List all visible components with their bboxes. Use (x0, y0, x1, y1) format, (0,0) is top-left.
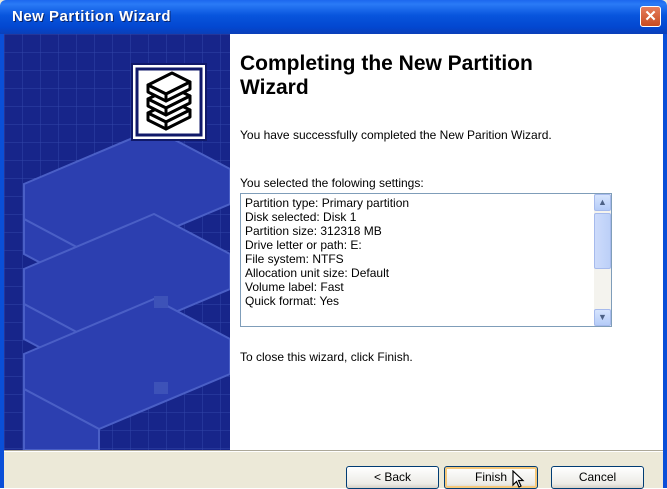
banner-artwork (4, 34, 230, 450)
scroll-up-icon: ▲ (598, 197, 607, 207)
mouse-cursor-icon (512, 470, 525, 488)
settings-item: Allocation unit size: Default (245, 266, 390, 280)
settings-scrollbar[interactable]: ▲ ▼ (594, 194, 611, 326)
cancel-button[interactable]: Cancel (551, 466, 644, 489)
settings-item: Partition type: Primary partition (245, 196, 410, 210)
page-title-line-1: Completing the New Partition (240, 52, 533, 75)
settings-item: Drive letter or path: E: (245, 238, 362, 252)
scroll-thumb[interactable] (594, 213, 611, 269)
page-title-line-2: Wizard (240, 76, 309, 99)
success-message: You have successfully completed the New … (240, 128, 552, 142)
settings-item: Quick format: Yes (245, 294, 340, 308)
close-hint: To close this wizard, click Finish. (240, 350, 413, 364)
close-button[interactable]: ✕ (640, 6, 661, 27)
button-divider (4, 450, 663, 452)
settings-item: Partition size: 312318 MB (245, 224, 382, 238)
settings-label: You selected the folowing settings: (240, 176, 424, 190)
title-bar[interactable]: New Partition Wizard ✕ (0, 0, 667, 34)
stacked-disks-icon (131, 63, 207, 141)
scroll-down-icon: ▼ (598, 312, 607, 322)
settings-item: File system: NTFS (245, 252, 344, 266)
settings-item: Volume label: Fast (245, 280, 344, 294)
wizard-content: Completing the New Partition Wizard You … (230, 34, 663, 450)
scroll-up-button[interactable]: ▲ (594, 194, 611, 211)
wizard-window: New Partition Wizard ✕ Completing the Ne… (0, 0, 667, 489)
scroll-down-button[interactable]: ▼ (594, 309, 611, 326)
close-icon: ✕ (644, 8, 657, 25)
wizard-side-banner (4, 34, 230, 450)
settings-listbox[interactable]: Partition type: Primary partition Disk s… (240, 193, 612, 327)
window-frame-right (663, 34, 667, 488)
back-button[interactable]: < Back (346, 466, 439, 489)
window-title: New Partition Wizard (12, 8, 172, 25)
page-title: Completing the New Partition Wizard (240, 52, 533, 100)
settings-list: Partition type: Primary partition Disk s… (245, 196, 590, 308)
settings-item: Disk selected: Disk 1 (245, 210, 357, 224)
